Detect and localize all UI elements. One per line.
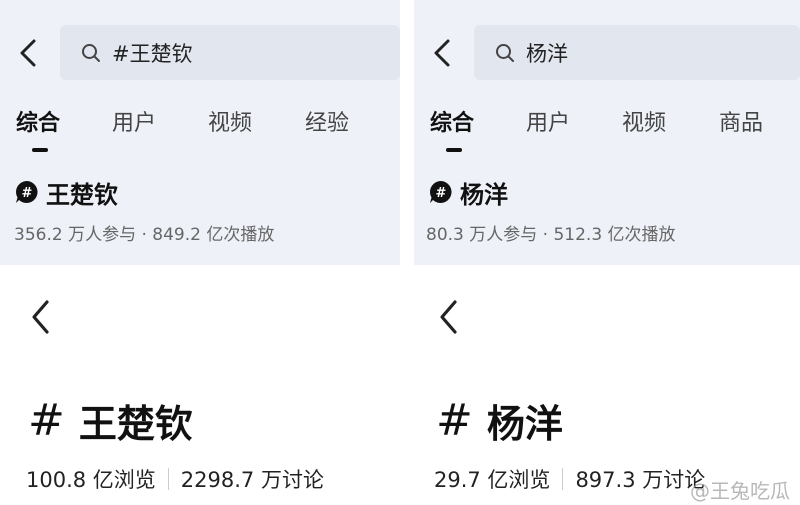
hashtag-bubble-icon: # xyxy=(430,181,452,203)
right-screenshot-panel: 杨洋 综合 用户 视频 商品 # 杨洋 80.3 万人参与 · 512.3 亿次… xyxy=(414,0,800,505)
views-count: 100.8 亿浏览 xyxy=(26,468,156,492)
topic-name: 杨洋 xyxy=(460,180,508,209)
discussions-count: 2298.7 万讨论 xyxy=(180,468,324,492)
topic-view-stats: 100.8 亿浏览 2298.7 万讨论 xyxy=(26,462,324,496)
active-tab-indicator xyxy=(32,148,48,152)
tab-experience[interactable]: 经验 xyxy=(305,105,349,137)
views-count: 29.7 亿浏览 xyxy=(434,468,551,492)
back-icon[interactable] xyxy=(422,28,462,78)
tab-products[interactable]: 商品 xyxy=(719,105,763,137)
topic-title-name: 王楚钦 xyxy=(78,401,193,446)
topic-stats: 356.2 万人参与 · 849.2 亿次播放 xyxy=(14,225,275,245)
search-input[interactable]: 杨洋 xyxy=(474,25,800,80)
topic-title-name: 杨洋 xyxy=(486,401,563,446)
svg-text:#: # xyxy=(436,186,447,201)
result-tabs: 综合 用户 视频 商品 xyxy=(414,105,800,145)
search-icon xyxy=(82,43,100,62)
topic-title: # 杨洋 xyxy=(436,390,563,450)
search-query-text: 杨洋 xyxy=(526,41,568,66)
divider xyxy=(167,468,169,490)
search-icon xyxy=(496,43,514,62)
tab-videos[interactable]: 视频 xyxy=(208,105,252,137)
tab-users[interactable]: 用户 xyxy=(112,105,156,137)
divider xyxy=(562,468,564,490)
topic-result[interactable]: # 王楚钦 xyxy=(14,175,118,209)
watermark: @王兔吃瓜 xyxy=(690,479,790,503)
hashtag-symbol: # xyxy=(436,394,473,446)
hashtag-symbol: # xyxy=(28,394,65,446)
back-icon[interactable] xyxy=(20,292,60,342)
result-tabs: 综合 用户 视频 经验 xyxy=(0,105,400,145)
tab-videos[interactable]: 视频 xyxy=(622,105,666,137)
discussions-count: 897.3 万讨论 xyxy=(575,468,706,492)
tab-users[interactable]: 用户 xyxy=(526,105,570,137)
tab-all[interactable]: 综合 xyxy=(430,105,474,137)
left-screenshot-panel: #王楚钦 综合 用户 视频 经验 # 王楚钦 356.2 万人参与 · 849.… xyxy=(0,0,400,505)
active-tab-indicator xyxy=(446,148,462,152)
search-input[interactable]: #王楚钦 xyxy=(60,25,400,80)
back-icon[interactable] xyxy=(428,292,468,342)
topic-title: # 王楚钦 xyxy=(28,390,193,450)
search-results-header: 杨洋 综合 用户 视频 商品 # 杨洋 80.3 万人参与 · 512.3 亿次… xyxy=(414,0,800,265)
search-query-text: #王楚钦 xyxy=(112,41,193,66)
back-icon[interactable] xyxy=(8,28,48,78)
topic-result[interactable]: # 杨洋 xyxy=(428,175,508,209)
topic-name: 王楚钦 xyxy=(46,180,118,209)
topic-view-stats: 29.7 亿浏览 897.3 万讨论 xyxy=(434,462,705,496)
tab-all[interactable]: 综合 xyxy=(16,105,60,137)
search-results-header: #王楚钦 综合 用户 视频 经验 # 王楚钦 356.2 万人参与 · 849.… xyxy=(0,0,400,265)
hashtag-bubble-icon: # xyxy=(16,181,38,203)
svg-text:#: # xyxy=(22,186,33,201)
topic-stats: 80.3 万人参与 · 512.3 亿次播放 xyxy=(426,225,676,245)
